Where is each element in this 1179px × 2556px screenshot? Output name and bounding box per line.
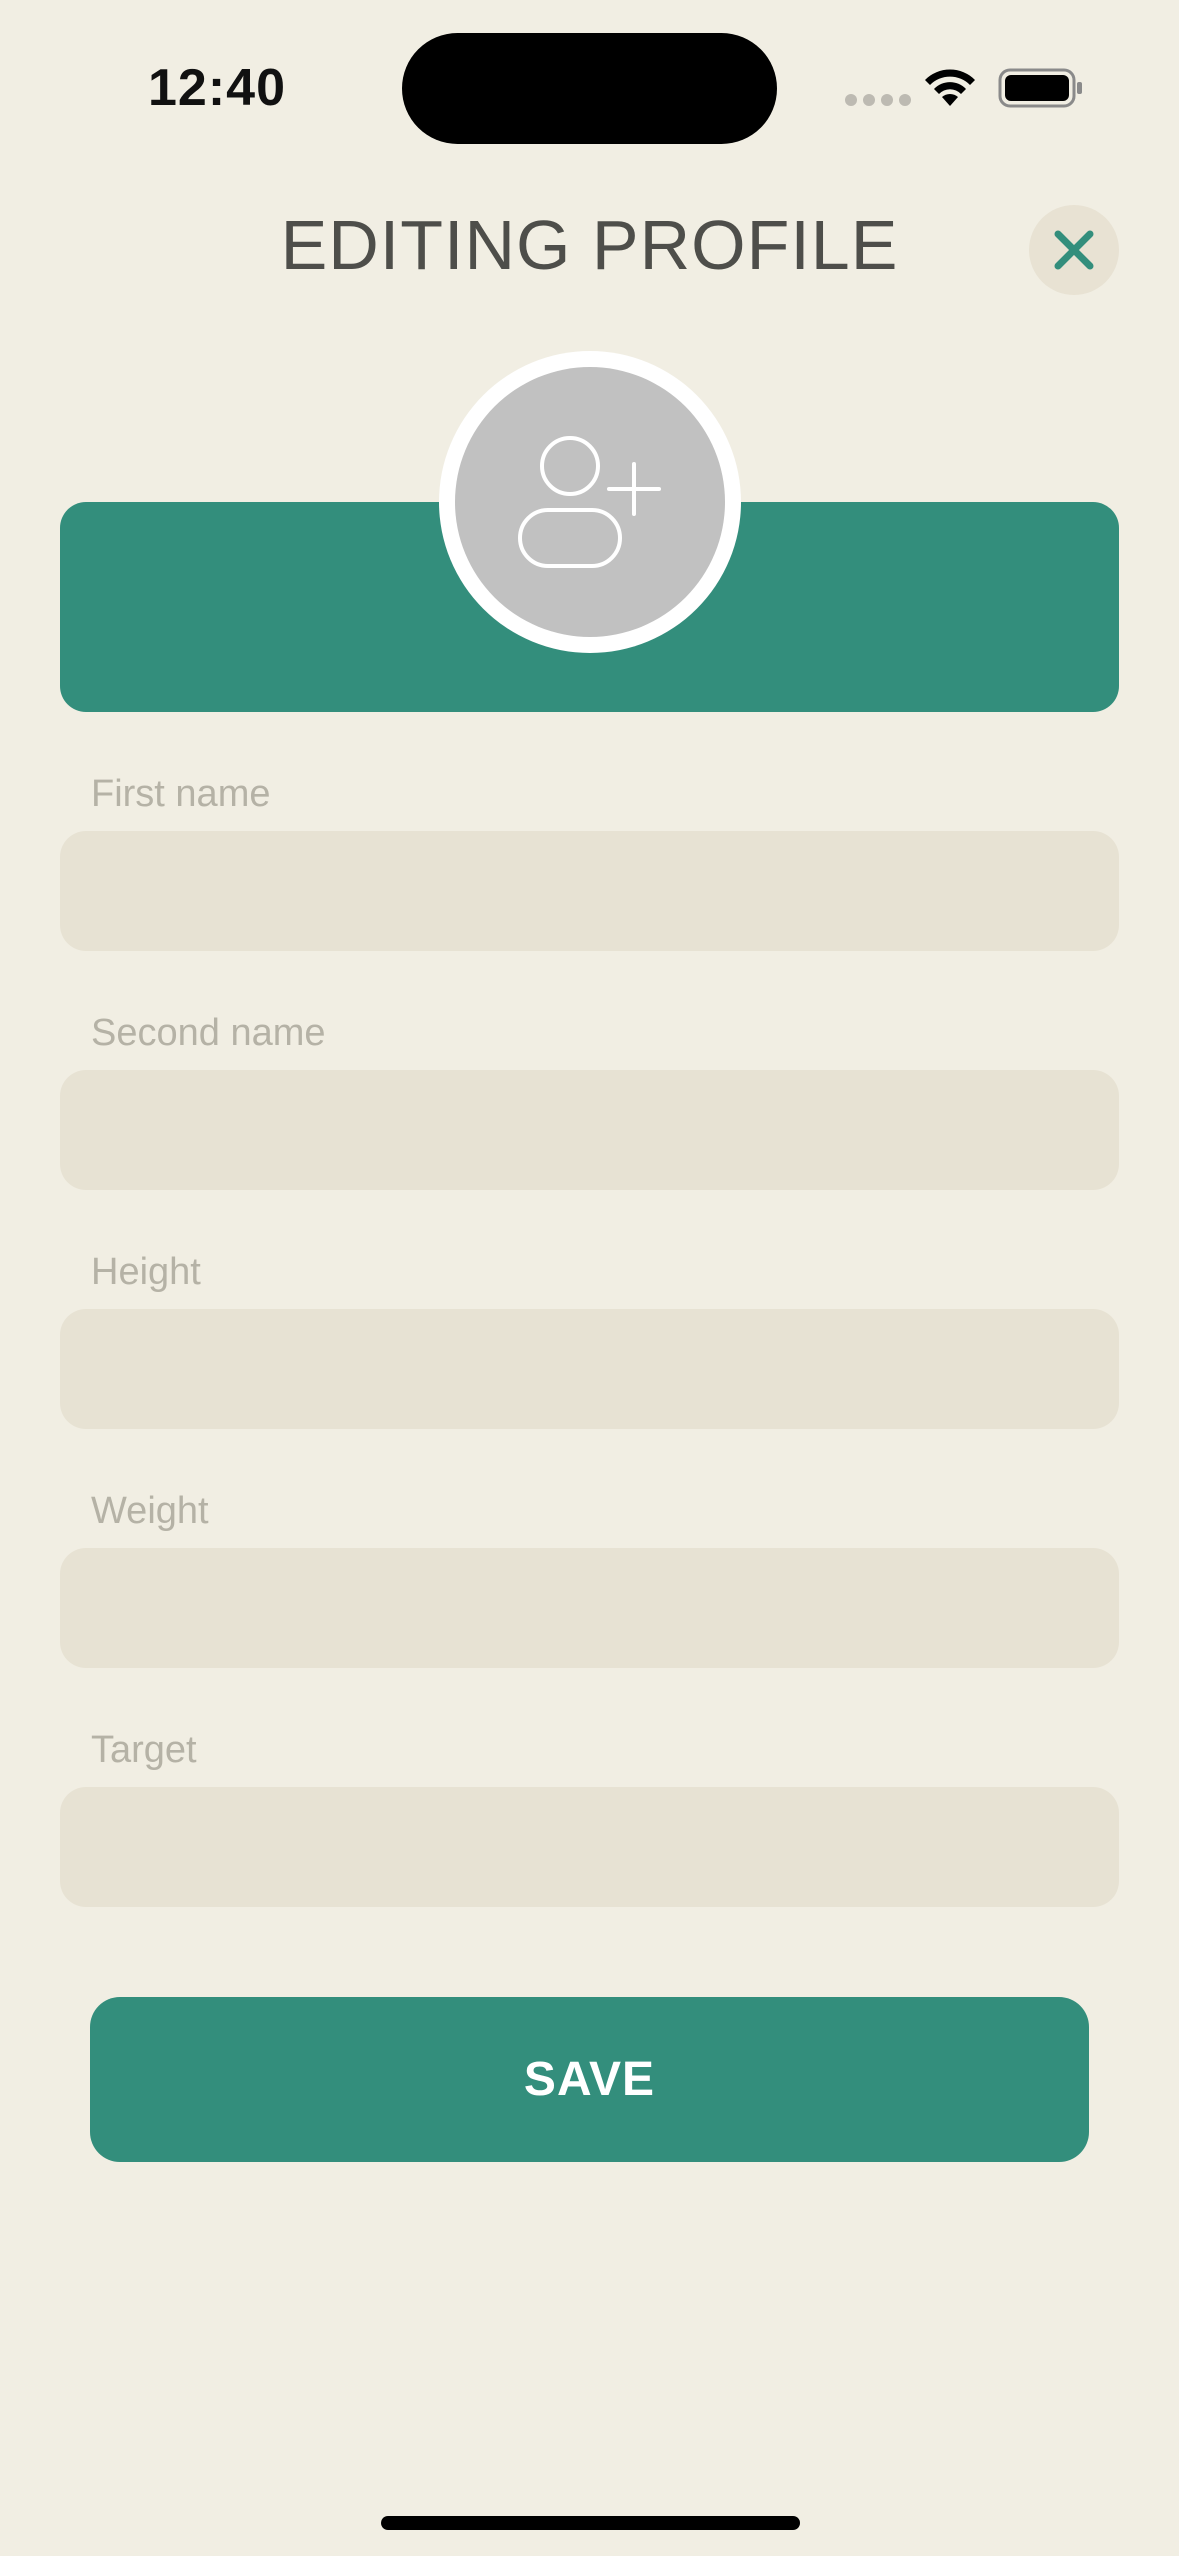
target-input[interactable] [60, 1787, 1119, 1907]
avatar [455, 367, 725, 637]
home-indicator[interactable] [381, 2516, 800, 2530]
save-button[interactable]: SAVE [90, 1997, 1089, 2162]
status-bar: 12:40 [0, 0, 1179, 150]
wifi-icon [925, 69, 975, 106]
second-name-input[interactable] [60, 1070, 1119, 1190]
close-button[interactable] [1029, 205, 1119, 295]
first-name-label: First name [91, 773, 271, 815]
weight-label: Weight [91, 1490, 209, 1532]
battery-icon [998, 68, 1082, 108]
status-time: 12:40 [148, 59, 286, 117]
target-label: Target [91, 1729, 197, 1771]
dynamic-island [402, 33, 777, 144]
height-input[interactable] [60, 1309, 1119, 1429]
cellular-signal-icon [845, 94, 911, 106]
avatar-upload-button[interactable] [439, 351, 741, 653]
first-name-input[interactable] [60, 831, 1119, 951]
height-label: Height [91, 1251, 201, 1293]
add-user-icon [518, 436, 661, 568]
weight-input[interactable] [60, 1548, 1119, 1668]
page-title: EDITING PROFILE [280, 206, 899, 284]
close-icon [1054, 230, 1094, 270]
second-name-label: Second name [91, 1012, 326, 1054]
